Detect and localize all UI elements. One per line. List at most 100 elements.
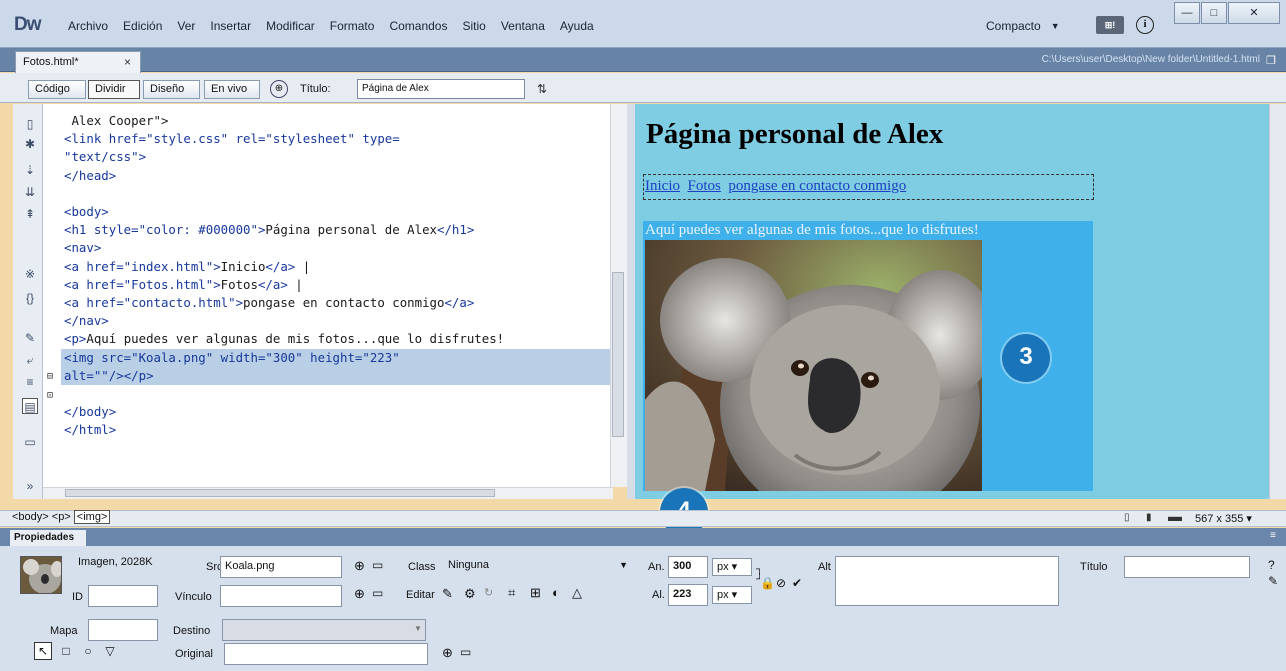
menu-modificar[interactable]: Modificar — [266, 19, 315, 33]
live-view-button[interactable]: En vivo — [204, 80, 260, 99]
sharpen-icon[interactable]: △ — [572, 585, 582, 601]
code-line[interactable]: </nav> — [64, 312, 109, 330]
collapse-selection-icon[interactable]: ⇣ — [22, 162, 38, 178]
code-view-button[interactable]: Código — [28, 80, 86, 99]
height-unit-select[interactable]: px ▾ — [712, 586, 752, 604]
line-numbers-icon[interactable]: {} — [22, 290, 38, 306]
document-tab[interactable]: Fotos.html* — [15, 51, 141, 73]
code-line[interactable]: <link href="style.css" rel="stylesheet" … — [64, 130, 400, 148]
code-view[interactable]: Alex Cooper"> <link href="style.css" rel=… — [43, 104, 638, 487]
code-line-selected[interactable]: alt=""/></p> — [61, 366, 638, 385]
id-input[interactable] — [88, 585, 158, 607]
menu-formato[interactable]: Formato — [330, 19, 375, 33]
code-line[interactable]: <a href="contacto.html">pongase en conta… — [64, 294, 474, 312]
code-line[interactable]: <a href="index.html">Inicio</a> | — [64, 258, 310, 276]
tag-img[interactable]: <img> — [73, 510, 111, 524]
menu-insertar[interactable]: Insertar — [210, 19, 251, 33]
reset-size-icon[interactable]: ⊘ — [776, 576, 786, 590]
code-line[interactable]: <body> — [64, 203, 109, 221]
window-size-selector[interactable]: 567 x 355 ▾ — [1195, 512, 1252, 525]
design-vertical-scrollbar[interactable] — [1269, 104, 1286, 499]
original-point-to-file-icon[interactable]: ⊕ — [442, 645, 453, 661]
info-icon[interactable]: i — [1136, 16, 1154, 34]
workspace-layout-dropdown[interactable]: Compacto ▼ — [980, 14, 1072, 38]
highlight-invalid-icon[interactable]: ✎ — [22, 330, 38, 346]
code-line[interactable]: </body> — [64, 403, 116, 421]
expand-all-icon[interactable]: ⇊ — [22, 184, 38, 200]
mobile-size-icon[interactable]: ▯ — [1124, 512, 1130, 523]
title-attr-input[interactable] — [1124, 556, 1250, 578]
browse-folder-icon[interactable]: ▭ — [372, 558, 383, 572]
nav-block[interactable]: Inicio Fotos pongase en contacto conmigo — [643, 174, 1094, 200]
nav-link-contacto[interactable]: pongase en contacto conmigo — [728, 178, 906, 194]
comment-icon[interactable]: ▭ — [22, 434, 38, 450]
original-browse-folder-icon[interactable]: ▭ — [460, 645, 471, 659]
resample-icon[interactable]: ⊞ — [530, 585, 541, 601]
quick-tag-editor-icon[interactable]: ✎ — [1268, 574, 1278, 588]
class-select[interactable]: Ninguna ▼ — [444, 556, 632, 578]
nav-link-fotos[interactable]: Fotos — [688, 178, 721, 194]
menu-comandos[interactable]: Comandos — [389, 19, 447, 33]
circle-hotspot-icon[interactable]: ○ — [80, 643, 96, 659]
optimize-icon[interactable]: ⚙ — [464, 586, 476, 602]
width-unit-select[interactable]: px ▾ — [712, 558, 752, 576]
point-to-file-icon[interactable]: ⊕ — [354, 558, 365, 574]
menu-archivo[interactable]: Archivo — [68, 19, 108, 33]
code-line[interactable]: Alex Cooper"> — [64, 112, 168, 130]
properties-tab[interactable]: Propiedades — [10, 530, 86, 546]
code-line-selected[interactable]: <img src="Koala.png" width="300" height=… — [61, 348, 638, 367]
rectangle-hotspot-icon[interactable]: □ — [58, 643, 74, 659]
code-scroll-thumb[interactable] — [612, 272, 624, 437]
page-heading[interactable]: Página personal de Alex — [646, 118, 943, 151]
tablet-size-icon[interactable]: ▮ — [1146, 512, 1152, 523]
maximize-button[interactable]: □ — [1201, 2, 1227, 24]
menu-ventana[interactable]: Ventana — [501, 19, 545, 33]
split-divider[interactable] — [627, 104, 635, 499]
alt-textarea[interactable] — [835, 556, 1059, 606]
split-view-button[interactable]: Dividir — [88, 80, 140, 99]
edit-image-icon[interactable]: ✎ — [442, 586, 453, 602]
code-line[interactable]: <h1 style="color: #000000">Página person… — [64, 221, 474, 239]
tag-p[interactable]: <p> — [52, 511, 71, 523]
document-title-input[interactable]: Página de Alex — [357, 79, 525, 99]
src-input[interactable]: Koala.png — [220, 556, 342, 578]
code-line[interactable]: </html> — [64, 421, 116, 439]
help-icon[interactable]: ? — [1268, 558, 1275, 572]
balance-braces-icon[interactable]: ※ — [22, 266, 38, 282]
file-management-icon[interactable]: ⇅ — [537, 82, 547, 96]
desktop-size-icon[interactable]: ▬ — [1168, 508, 1182, 524]
fold-end-icon[interactable]: ⊡ — [47, 390, 53, 401]
link-point-to-file-icon[interactable]: ⊕ — [354, 586, 365, 602]
fold-start-icon[interactable]: ⊟ — [47, 371, 53, 382]
auto-indent-icon[interactable]: ▤ — [22, 398, 38, 414]
collapse-tag-icon[interactable]: ✱ — [22, 136, 38, 152]
koala-image[interactable] — [645, 240, 982, 491]
commit-size-icon[interactable]: ✔ — [792, 576, 802, 590]
menu-ver[interactable]: Ver — [177, 19, 195, 33]
pointer-hotspot-icon[interactable]: ↖ — [34, 642, 52, 660]
height-input[interactable]: 223 — [668, 584, 708, 606]
close-button[interactable]: ✕ — [1228, 2, 1280, 24]
menu-ayuda[interactable]: Ayuda — [560, 19, 594, 33]
code-line[interactable]: </head> — [64, 167, 116, 185]
open-documents-icon[interactable]: ▯ — [22, 116, 38, 132]
lock-proportions-icon[interactable]: 🔒 — [760, 576, 775, 590]
code-line[interactable]: "text/css"> — [64, 148, 146, 166]
more-tools-icon[interactable]: » — [22, 478, 38, 494]
link-browse-folder-icon[interactable]: ▭ — [372, 586, 383, 600]
link-input[interactable] — [220, 585, 342, 607]
word-wrap-icon[interactable]: ⤶ — [22, 352, 38, 368]
code-line[interactable]: <nav> — [64, 239, 101, 257]
menu-edicion[interactable]: Edición — [123, 19, 162, 33]
tag-body[interactable]: <body> — [12, 511, 49, 523]
menu-sitio[interactable]: Sitio — [462, 19, 485, 33]
original-input[interactable] — [224, 643, 428, 665]
sync-settings-button[interactable]: ⊞! — [1096, 16, 1124, 34]
panel-menu-icon[interactable]: ≡ — [1270, 530, 1276, 541]
minimize-button[interactable]: — — [1174, 2, 1200, 24]
brightness-contrast-icon[interactable]: ◐ — [552, 585, 560, 600]
restore-window-icon[interactable]: ❐ — [1266, 54, 1276, 67]
width-input[interactable]: 300 — [668, 556, 708, 578]
syntax-coloring-icon[interactable]: ≡ — [22, 374, 38, 390]
select-parent-tag-icon[interactable]: ⇞ — [22, 206, 38, 222]
